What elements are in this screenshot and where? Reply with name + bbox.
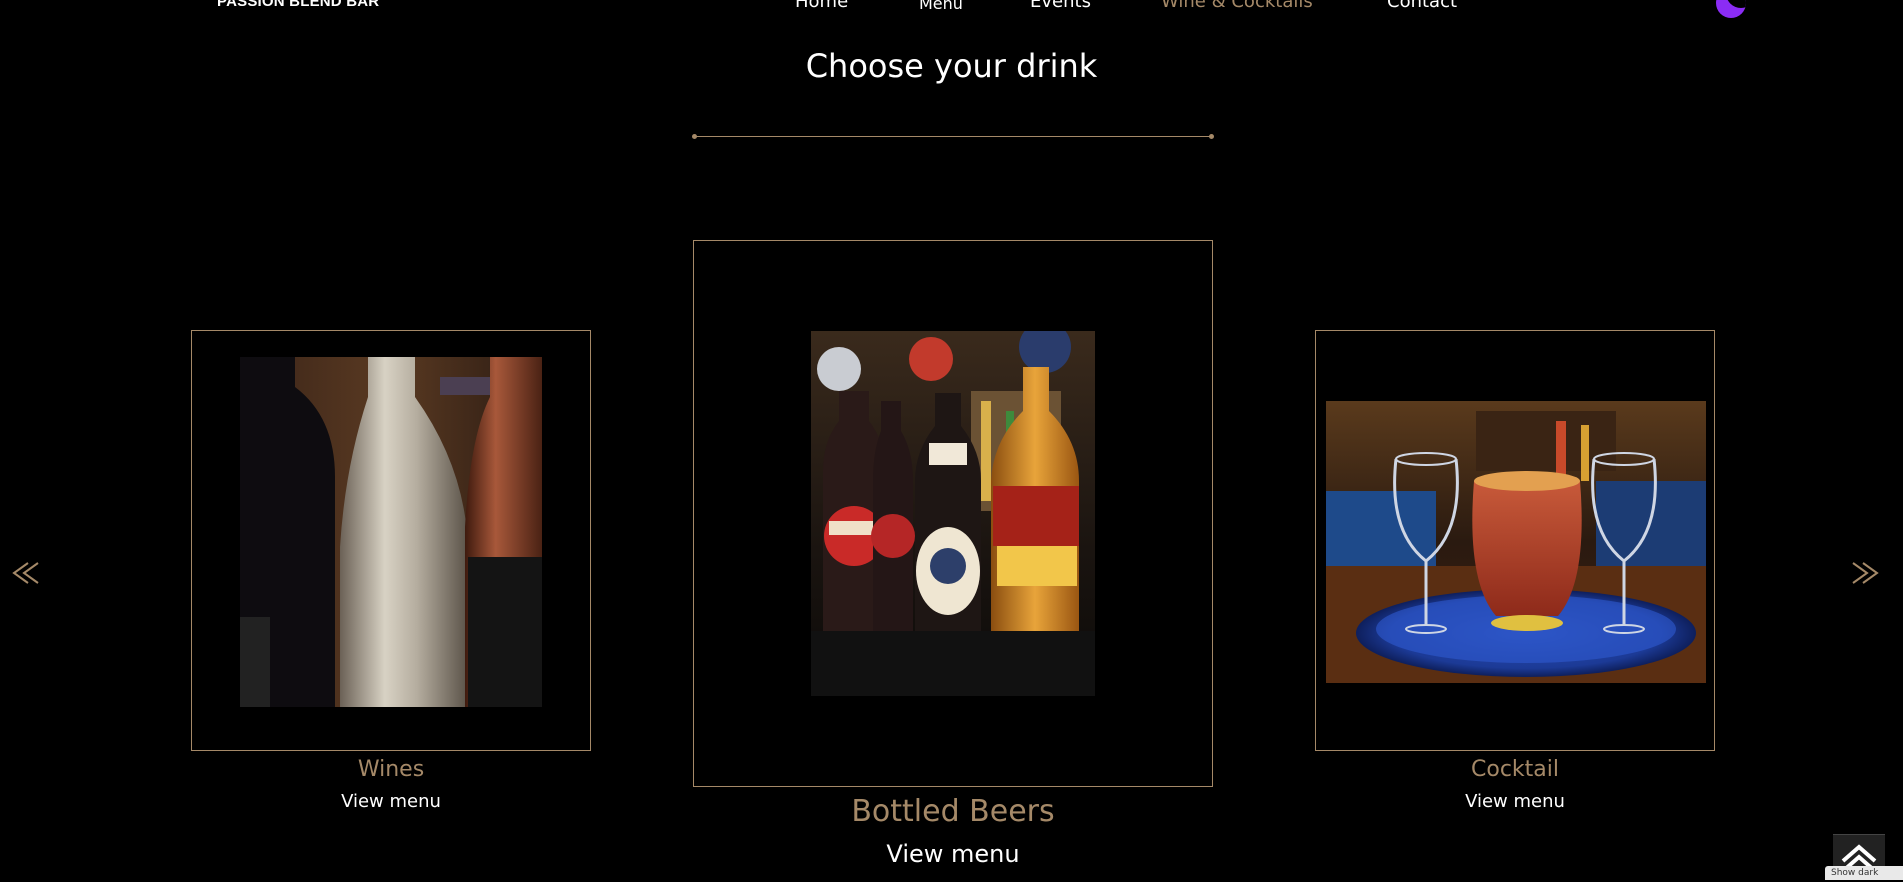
- card-title-bottled-beers: Bottled Beers: [851, 794, 1055, 829]
- view-menu-bottled-beers-link[interactable]: View menu: [693, 838, 1213, 870]
- drink-card-wines[interactable]: [191, 330, 591, 751]
- nav-home[interactable]: Home: [795, 0, 848, 12]
- divider-dot-left: [692, 134, 697, 139]
- card-title-wines: Wines: [357, 757, 425, 782]
- nav-menu[interactable]: Menu: [919, 0, 963, 14]
- title-divider: [692, 134, 1214, 139]
- nav-contact[interactable]: Contact: [1387, 0, 1457, 12]
- nav-wine-cocktails[interactable]: Wine & Cocktails: [1161, 0, 1313, 12]
- main-nav: Home Menu Events Wine & Cocktails Contac…: [0, 0, 1903, 14]
- double-chevron-right-icon[interactable]: [1851, 558, 1881, 588]
- view-menu-wines-link[interactable]: View menu: [191, 790, 591, 814]
- drink-card-bottled-beers[interactable]: [693, 240, 1213, 787]
- bottled-beers-photo: [811, 331, 1095, 696]
- card-title-cocktail: Cocktail: [1471, 757, 1559, 782]
- nav-events[interactable]: Events: [1030, 0, 1091, 12]
- wines-photo: [240, 357, 542, 707]
- view-menu-cocktail-link[interactable]: View menu: [1315, 790, 1715, 814]
- double-chevron-left-icon[interactable]: [10, 558, 40, 588]
- moon-icon[interactable]: [1716, 0, 1746, 18]
- cocktail-photo: [1326, 401, 1706, 683]
- drink-card-cocktail[interactable]: [1315, 330, 1715, 751]
- section-title: Choose your drink: [805, 47, 1098, 85]
- divider-dot-right: [1209, 134, 1214, 139]
- dark-mode-tooltip: Show dark: [1825, 866, 1903, 880]
